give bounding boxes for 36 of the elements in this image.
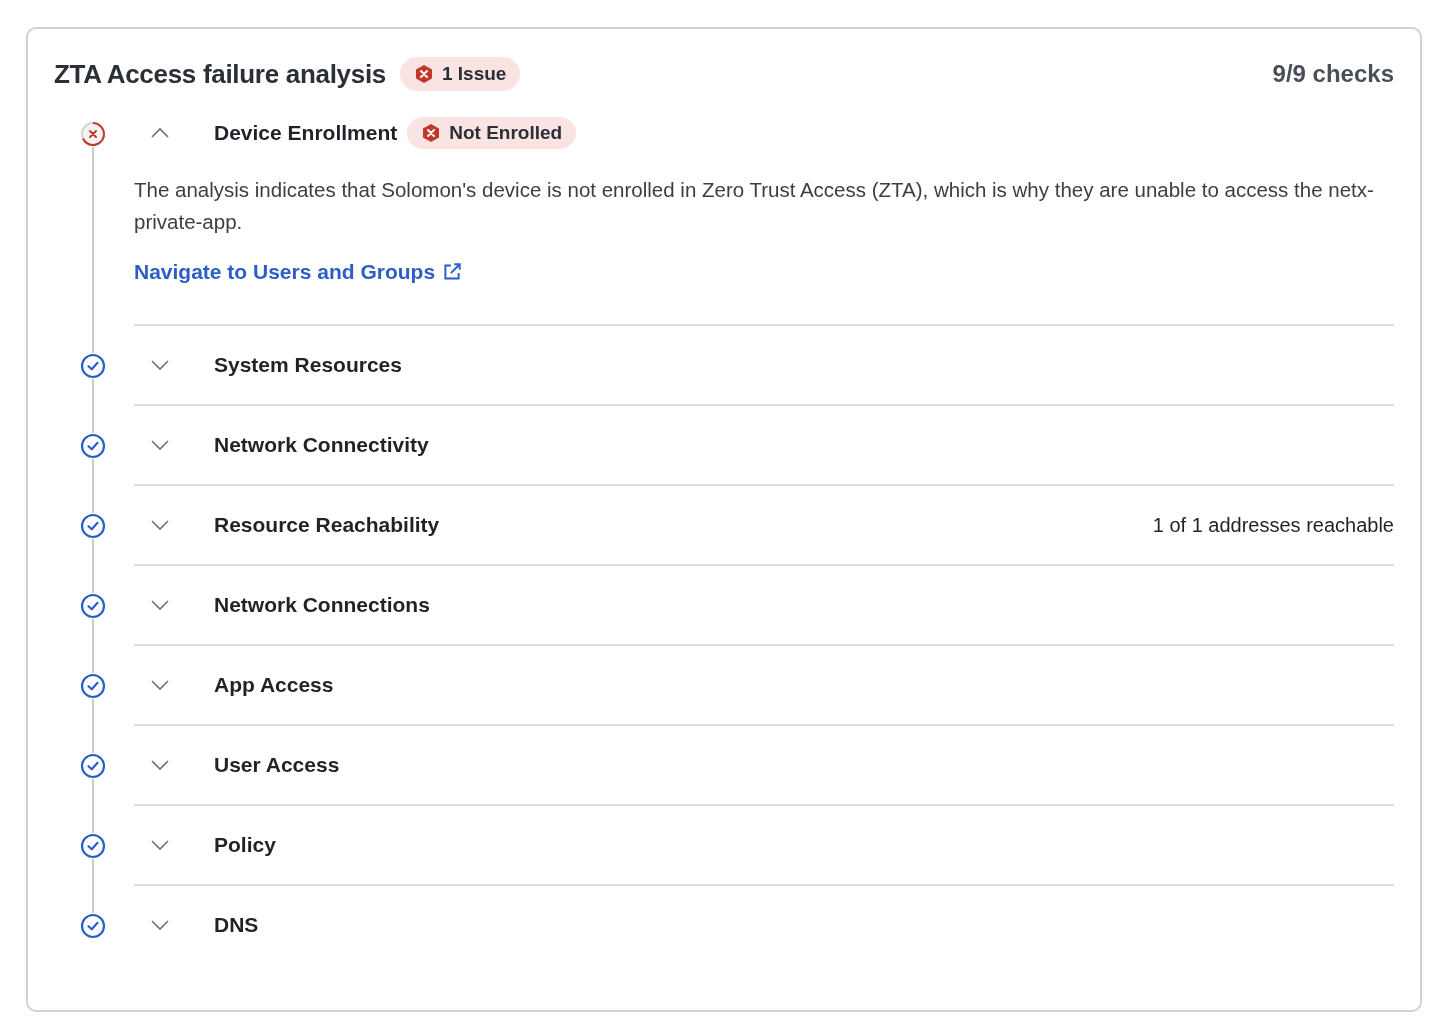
chevron-icon (150, 359, 170, 371)
step-title: DNS (214, 913, 259, 937)
step-title: Device Enrollment (214, 121, 398, 145)
status-label: Not Enrolled (449, 122, 563, 144)
step-title: App Access (214, 673, 334, 697)
check-circle-icon (80, 673, 106, 699)
chevron-icon (150, 519, 170, 531)
check-circle-icon (80, 833, 106, 859)
chevron-icon (150, 127, 170, 139)
error-hexagon-icon (421, 123, 442, 143)
check-circle-icon (80, 753, 106, 779)
chevron-icon (150, 759, 170, 771)
chevron-icon (150, 439, 170, 451)
step-title: Policy (214, 833, 276, 857)
external-link-icon (441, 261, 464, 283)
checks-count: 9/9 checks (1272, 60, 1394, 88)
check-circle-icon (80, 593, 106, 619)
check-circle-icon (80, 353, 106, 379)
chevron-icon (150, 679, 170, 691)
step-title: Network Connections (214, 593, 430, 617)
users-groups-link[interactable]: Navigate to Users and Groups (134, 260, 464, 284)
card-title: ZTA Access failure analysis (54, 58, 386, 90)
chevron-icon (150, 599, 170, 611)
step-title: User Access (214, 753, 340, 777)
step-title: Resource Reachability (214, 513, 440, 537)
step-title: Network Connectivity (214, 433, 429, 457)
check-circle-icon (80, 513, 106, 539)
issue-count: 1 Issue (442, 63, 507, 85)
description-text: The analysis indicates that Solomon's device is not enrolled in Zero Trust Access (ZTA), which is why they are unable to access the netx-private-app. (134, 177, 1375, 235)
check-circle-icon (80, 913, 106, 939)
step-summary: 1 of 1 addresses reachable (1152, 513, 1394, 537)
chevron-icon (150, 919, 170, 931)
error-hexagon-icon (414, 64, 434, 84)
step-title: System Resources (214, 353, 402, 377)
check-circle-icon (80, 433, 106, 459)
chevron-icon (150, 839, 170, 851)
